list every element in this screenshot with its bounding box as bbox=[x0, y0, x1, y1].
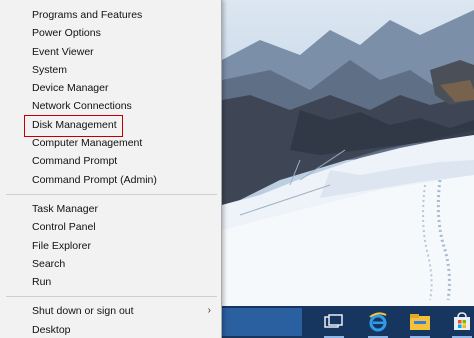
internet-explorer-icon[interactable] bbox=[366, 310, 390, 338]
power-user-context-menu: Programs and Features Power Options Even… bbox=[0, 0, 222, 338]
file-explorer-icon[interactable] bbox=[408, 310, 432, 338]
menu-item-programs-and-features[interactable]: Programs and Features bbox=[0, 6, 221, 24]
menu-item-shut-down-or-sign-out[interactable]: Shut down or sign out › bbox=[0, 302, 221, 320]
menu-item-disk-management[interactable]: Disk Management bbox=[0, 114, 221, 138]
menu-item-network-connections[interactable]: Network Connections bbox=[0, 97, 221, 115]
chevron-right-icon: › bbox=[207, 305, 211, 317]
menu-item-system[interactable]: System bbox=[0, 61, 221, 79]
menu-item-control-panel[interactable]: Control Panel bbox=[0, 218, 221, 236]
menu-item-device-manager[interactable]: Device Manager bbox=[0, 79, 221, 97]
menu-item-power-options[interactable]: Power Options bbox=[0, 24, 221, 42]
menu-item-command-prompt-admin[interactable]: Command Prompt (Admin) bbox=[0, 171, 221, 189]
menu-item-computer-management[interactable]: Computer Management bbox=[0, 134, 221, 152]
taskbar-search-box[interactable] bbox=[222, 308, 302, 336]
menu-item-label: Shut down or sign out bbox=[32, 305, 134, 318]
menu-item-command-prompt[interactable]: Command Prompt bbox=[0, 152, 221, 170]
store-icon[interactable] bbox=[450, 310, 474, 338]
menu-separator bbox=[6, 193, 217, 195]
menu-item-task-manager[interactable]: Task Manager bbox=[0, 200, 221, 218]
menu-item-search[interactable]: Search bbox=[0, 255, 221, 273]
menu-separator bbox=[6, 296, 217, 298]
menu-item-desktop[interactable]: Desktop bbox=[0, 321, 221, 338]
menu-item-run[interactable]: Run bbox=[0, 273, 221, 291]
task-view-icon[interactable] bbox=[322, 310, 346, 338]
menu-item-event-viewer[interactable]: Event Viewer bbox=[0, 43, 221, 61]
menu-item-file-explorer[interactable]: File Explorer bbox=[0, 237, 221, 255]
